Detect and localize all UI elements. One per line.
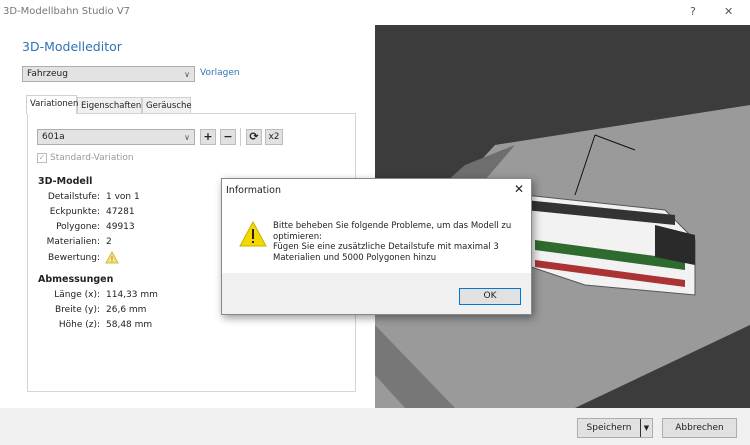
dimensions-heading: Abmessungen	[38, 274, 114, 285]
polygons-label: Polygone:	[56, 222, 100, 232]
dialog-message-line: optimieren:	[273, 231, 322, 242]
add-variation-button[interactable]: +	[200, 129, 216, 145]
dialog-footer: OK	[222, 273, 531, 314]
refresh-icon[interactable]: ⟳	[246, 129, 262, 145]
close-window-button[interactable]: ✕	[724, 5, 733, 18]
detail-value: 1 von 1	[106, 192, 140, 202]
dialog-message-line: Fügen Sie eine zusätzliche Detailstufe m…	[273, 242, 499, 252]
dialog-title: Information	[226, 185, 281, 196]
dialog-close-button[interactable]: ✕	[514, 182, 524, 196]
materials-value: 2	[106, 237, 112, 247]
dialog-message-line: Bitte beheben Sie folgende Probleme, um …	[273, 221, 512, 231]
cancel-button[interactable]: Abbrechen	[662, 418, 737, 438]
dialog-message: Bitte beheben Sie folgende Probleme, um …	[273, 221, 511, 263]
save-split-button[interactable]: Speichern ▼	[577, 418, 653, 438]
variation-select-value: 601a	[42, 132, 65, 142]
tab-variationen[interactable]: Variationen	[26, 95, 78, 114]
remove-variation-button[interactable]: −	[220, 129, 236, 145]
bottom-bar: Speichern ▼ Abbrechen	[0, 408, 750, 445]
warning-icon: !	[105, 251, 119, 264]
standard-variation-label: Standard-Variation	[50, 153, 134, 163]
model-heading: 3D-Modell	[38, 176, 93, 187]
double-button[interactable]: x2	[265, 129, 283, 145]
height-value: 58,48 mm	[106, 320, 153, 330]
type-select-value: Fahrzeug	[27, 69, 68, 79]
length-label: Länge (x):	[54, 290, 100, 300]
polygons-value: 49913	[106, 222, 135, 232]
help-button[interactable]: ?	[690, 5, 696, 18]
divider	[240, 128, 241, 146]
save-button[interactable]: Speichern	[578, 419, 640, 437]
page-title: 3D-Modelleditor	[22, 39, 122, 54]
svg-text:!: !	[110, 255, 113, 264]
tab-eigenschaften[interactable]: Eigenschaften	[77, 97, 142, 114]
warning-icon	[239, 221, 267, 247]
length-value: 114,33 mm	[106, 290, 158, 300]
width-label: Breite (y):	[54, 305, 100, 315]
caret-down-icon[interactable]: ▼	[640, 419, 652, 437]
chevron-down-icon: ∨	[184, 69, 190, 79]
vertices-value: 47281	[106, 207, 135, 217]
dialog-message-line: Materialien und 5000 Polygonen hinzu	[273, 252, 437, 263]
vertices-label: Eckpunkte:	[49, 207, 100, 217]
detail-label: Detailstufe:	[47, 192, 100, 202]
title-bar: 3D-Modellbahn Studio V7 ? ✕	[0, 0, 750, 25]
ok-button[interactable]: OK	[459, 288, 521, 305]
chevron-down-icon: ∨	[184, 132, 190, 142]
width-value: 26,6 mm	[106, 305, 147, 315]
app-title: 3D-Modellbahn Studio V7	[3, 6, 131, 17]
variation-select[interactable]: 601a ∨	[37, 129, 195, 145]
height-label: Höhe (z):	[58, 320, 100, 330]
tab-geraeusche[interactable]: Geräusche	[142, 97, 192, 114]
type-select[interactable]: Fahrzeug ∨	[22, 66, 195, 82]
rating-label: Bewertung:	[48, 253, 100, 263]
information-dialog: Information ✕ Bitte beheben Sie folgende…	[221, 178, 532, 315]
templates-link[interactable]: Vorlagen	[200, 68, 240, 78]
standard-variation-checkbox[interactable]: ✓	[37, 153, 47, 163]
materials-label: Materialien:	[46, 237, 100, 247]
